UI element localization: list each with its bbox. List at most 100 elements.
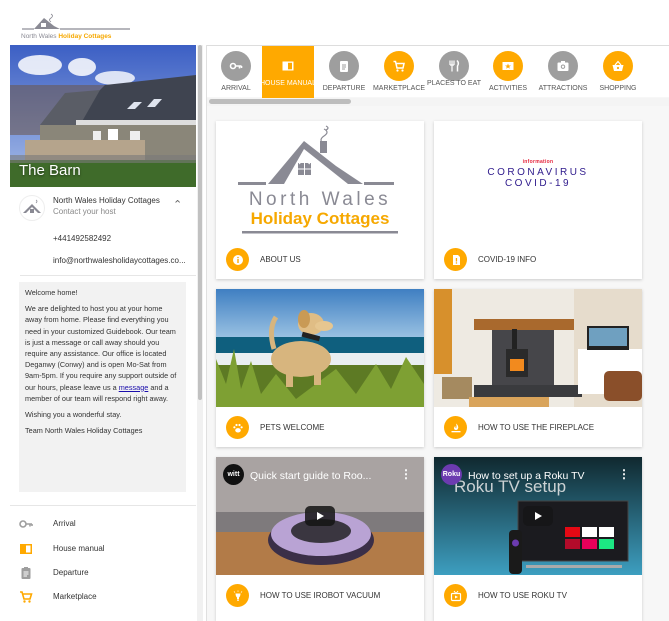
sidebar-item-house-manual[interactable]: House manual (10, 538, 196, 562)
dog-photo (216, 289, 424, 407)
covid-line-2: COVID-19 (504, 178, 572, 189)
divider (10, 505, 196, 506)
chevron-up-icon[interactable]: ⌃ (173, 198, 182, 211)
info-icon (226, 248, 249, 271)
covid-info-image: information CORONAVIRUS COVID-19 (434, 121, 642, 239)
sidebar-item-label: Departure (53, 568, 89, 577)
paw-icon (226, 416, 249, 439)
card-footer: HOW TO USE IROBOT VACUUM (216, 577, 424, 615)
alert-card-icon (444, 248, 467, 271)
basket-icon (603, 51, 633, 81)
brand-logo[interactable]: North Wales Holiday Cottages (20, 10, 135, 42)
video-title[interactable]: Quick start guide to Roo... (250, 470, 371, 482)
host-email-link[interactable]: info@northwalesholidaycottages.co... (53, 256, 186, 265)
welcome-body: We are delighted to host you at your hom… (25, 303, 180, 404)
house-logo-icon (22, 13, 130, 30)
welcome-signoff: Team North Wales Holiday Cottages (25, 426, 143, 436)
sidebar-item-label: Arrival (53, 519, 76, 528)
clipboard-icon (329, 51, 359, 81)
scrollbar-thumb[interactable] (209, 99, 351, 104)
camera-icon (548, 51, 578, 81)
card-label: HOW TO USE IROBOT VACUUM (260, 591, 381, 600)
host-phone-link[interactable]: +441492582492 (53, 234, 111, 243)
roku-video-player[interactable]: Roku TV setup Roku How to set up a Roku … (434, 457, 642, 575)
property-hero-image: The Barn (10, 45, 196, 187)
tab-marketplace[interactable]: MARKETPLACE (373, 46, 425, 98)
sidebar-scrollbar[interactable] (197, 45, 203, 621)
svg-text:Holiday Cottages: Holiday Cottages (251, 209, 390, 228)
play-icon (317, 512, 324, 520)
house-logo-icon (23, 199, 41, 213)
clipboard-icon (19, 566, 33, 580)
card-covid-info[interactable]: information CORONAVIRUS COVID-19 COVID-1… (434, 121, 642, 279)
card-footer: HOW TO USE ROKU TV (434, 577, 642, 615)
svg-text:North Wales: North Wales (249, 189, 391, 210)
card-label: HOW TO USE ROKU TV (478, 591, 567, 600)
book-icon (273, 51, 303, 81)
property-title: The Barn (19, 162, 81, 179)
lightbulb-icon (226, 584, 249, 607)
divider (20, 275, 196, 276)
host-name: North Wales Holiday Cottages (53, 196, 160, 205)
scrollbar-thumb[interactable] (198, 45, 202, 400)
sidebar-item-label: Marketplace (53, 592, 97, 601)
more-options-icon[interactable]: ⋮ (618, 467, 630, 481)
channel-name: witt (227, 471, 240, 478)
sidebar-item-label: House manual (53, 544, 105, 553)
book-icon (19, 542, 33, 556)
card-irobot-vacuum[interactable]: witt Quick start guide to Roo... ⋮ HOW T… (216, 457, 424, 621)
guidebook-main: ARRIVAL HOUSE MANUAL DEPARTURE MARKETPLA… (206, 45, 669, 621)
sidebar-item-arrival[interactable]: Arrival (10, 513, 196, 537)
fire-icon (444, 416, 467, 439)
card-footer: ABOUT US (216, 241, 424, 279)
covid-small-text: information (522, 159, 554, 165)
tab-label: SHOPPING (599, 85, 637, 92)
sidebar-item-marketplace[interactable]: Marketplace (10, 586, 196, 610)
card-label: PETS WELCOME (260, 423, 325, 432)
channel-avatar[interactable]: witt (223, 464, 244, 485)
property-sidebar: The Barn North Wales Holiday Cottages Co… (10, 45, 203, 621)
card-about-us[interactable]: North Wales Holiday Cottages ABOUT US (216, 121, 424, 279)
cart-icon (19, 590, 33, 604)
tab-arrival[interactable]: ARRIVAL (210, 46, 262, 98)
play-icon (535, 512, 542, 520)
card-label: HOW TO USE THE FIREPLACE (478, 423, 595, 432)
cart-icon (384, 51, 414, 81)
ticket-icon (493, 51, 523, 81)
tab-house-manual[interactable]: HOUSE MANUAL (260, 46, 316, 98)
card-footer: HOW TO USE THE FIREPLACE (434, 409, 642, 447)
channel-avatar[interactable]: Roku (441, 464, 462, 485)
irobot-video-player[interactable]: witt Quick start guide to Roo... ⋮ (216, 457, 424, 575)
video-title[interactable]: How to set up a Roku TV (468, 470, 585, 482)
tab-shopping[interactable]: SHOPPING (592, 46, 644, 98)
brand-name: North Wales Holiday Cottages (21, 33, 112, 40)
message-link[interactable]: message (119, 383, 149, 392)
host-subtitle: Contact your host (53, 207, 116, 216)
card-footer: PETS WELCOME (216, 409, 424, 447)
section-tabs: ARRIVAL HOUSE MANUAL DEPARTURE MARKETPLA… (207, 45, 669, 98)
card-label: COVID-19 INFO (478, 255, 537, 264)
welcome-body-text: We are delighted to host you at your hom… (25, 304, 177, 392)
top-bar: North Wales Holiday Cottages (0, 0, 669, 45)
host-avatar (19, 195, 45, 221)
tabs-scrollbar[interactable] (207, 98, 669, 106)
fireplace-photo (434, 289, 642, 407)
more-options-icon[interactable]: ⋮ (400, 467, 412, 481)
card-footer: COVID-19 INFO (434, 241, 642, 279)
play-button[interactable] (305, 506, 335, 526)
key-icon (19, 517, 33, 531)
sidebar-item-departure[interactable]: Departure (10, 562, 196, 586)
tv-icon (444, 584, 467, 607)
channel-name: Roku (442, 471, 461, 478)
card-label: ABOUT US (260, 255, 301, 264)
welcome-wish: Wishing you a wonderful stay. (25, 410, 122, 420)
welcome-greeting: Welcome home! (25, 288, 78, 297)
covid-line-1: CORONAVIRUS (487, 167, 589, 178)
card-roku-tv[interactable]: Roku TV setup Roku How to set up a Roku … (434, 457, 642, 621)
card-fireplace[interactable]: HOW TO USE THE FIREPLACE (434, 289, 642, 447)
brand-logo-image: North Wales Holiday Cottages (216, 121, 424, 239)
host-contact-header[interactable]: North Wales Holiday Cottages Contact you… (10, 193, 196, 231)
play-button[interactable] (523, 506, 553, 526)
card-pets-welcome[interactable]: PETS WELCOME (216, 289, 424, 447)
key-icon (221, 51, 251, 81)
